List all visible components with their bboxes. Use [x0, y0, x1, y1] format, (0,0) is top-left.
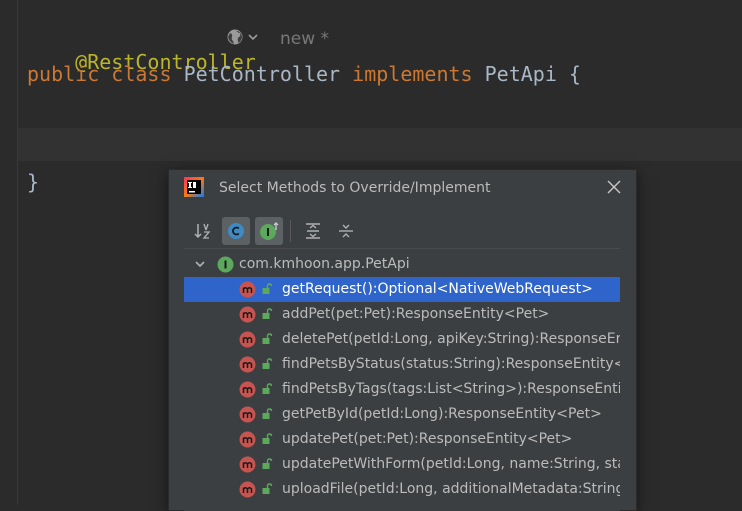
method-icon: [239, 406, 256, 423]
method-icon: [239, 481, 256, 498]
inlay-hint[interactable]: [226, 28, 260, 46]
public-lock-icon: [262, 358, 273, 369]
method-label: deletePet(petId:Long, apiKey:String):Res…: [282, 331, 620, 347]
keyword-public: public: [27, 62, 100, 86]
method-row[interactable]: addPet(pet:Pet):ResponseEntity<Pet>: [184, 302, 620, 327]
method-icon: [239, 331, 256, 348]
public-lock-icon: [262, 383, 273, 394]
chevron-down-icon[interactable]: [193, 257, 207, 271]
public-lock-icon: [262, 458, 273, 469]
collapse-all-icon: [339, 224, 353, 238]
method-row[interactable]: findPetsByStatus(status:String):Response…: [184, 352, 620, 377]
code-line-close[interactable]: }: [27, 170, 39, 194]
public-lock-icon: [262, 333, 273, 344]
method-label: updatePet(pet:Pet):ResponseEntity<Pet>: [282, 431, 573, 447]
public-lock-icon: [262, 283, 273, 294]
show-interfaces-button[interactable]: [255, 217, 283, 245]
method-label: findPetsByStatus(status:String):Response…: [282, 356, 620, 372]
gutter-divider: [17, 0, 18, 505]
chevron-down-icon[interactable]: [246, 30, 260, 44]
method-label: uploadFile(petId:Long, additionalMetadat…: [282, 481, 620, 497]
method-icon: [239, 456, 256, 473]
sort-alpha-button[interactable]: [189, 217, 217, 245]
interface-name: PetApi: [484, 62, 557, 86]
method-row[interactable]: getPetById(petId:Long):ResponseEntity<Pe…: [184, 402, 620, 427]
show-interfaces-icon: [260, 222, 279, 240]
expand-all-button[interactable]: [299, 217, 327, 245]
method-row[interactable]: deletePet(petId:Long, apiKey:String):Res…: [184, 327, 620, 352]
show-classes-button[interactable]: [222, 217, 250, 245]
method-label: updatePetWithForm(petId:Long, name:Strin…: [282, 456, 620, 472]
method-label: findPetsByTags(tags:List<String>):Respon…: [282, 381, 620, 397]
method-row[interactable]: updatePetWithForm(petId:Long, name:Strin…: [184, 452, 620, 477]
override-methods-dialog: Select Methods to Override/Implement com…: [168, 169, 637, 511]
toolbar-separator: [290, 220, 291, 242]
expand-all-icon: [306, 223, 320, 239]
dialog-toolbar: [189, 217, 365, 245]
method-row[interactable]: getRequest():Optional<NativeWebRequest>: [184, 277, 620, 302]
public-lock-icon: [262, 308, 273, 319]
method-icon: [239, 381, 256, 398]
intellij-logo-icon: [184, 177, 204, 197]
interface-icon: [217, 256, 234, 273]
brace-open: {: [568, 62, 581, 86]
method-row[interactable]: uploadFile(petId:Long, additionalMetadat…: [184, 477, 620, 502]
caret-line-highlight: [18, 128, 742, 161]
method-row[interactable]: updatePet(pet:Pet):ResponseEntity<Pet>: [184, 427, 620, 452]
brace-close: }: [27, 170, 40, 194]
code-line-class[interactable]: public class PetController implements Pe…: [27, 62, 581, 86]
method-tree[interactable]: com.kmhoon.app.PetApi getRequest():Optio…: [184, 248, 620, 511]
collapse-all-button[interactable]: [332, 217, 360, 245]
method-label: addPet(pet:Pet):ResponseEntity<Pet>: [282, 306, 550, 322]
dialog-title: Select Methods to Override/Implement: [219, 180, 491, 196]
tree-root-label: com.kmhoon.app.PetApi: [239, 256, 410, 272]
show-classes-icon: [228, 223, 244, 239]
method-label: getRequest():Optional<NativeWebRequest>: [282, 281, 593, 297]
public-lock-icon: [262, 408, 273, 419]
class-name: PetController: [183, 62, 341, 86]
method-row[interactable]: findPetsByTags(tags:List<String>):Respon…: [184, 377, 620, 402]
globe-icon[interactable]: [226, 28, 244, 46]
keyword-implements: implements: [352, 62, 473, 86]
public-lock-icon: [262, 433, 273, 444]
method-icon: [239, 356, 256, 373]
method-icon: [239, 431, 256, 448]
method-icon: [239, 306, 256, 323]
method-icon: [239, 281, 256, 298]
public-lock-icon: [262, 483, 273, 494]
keyword-class: class: [111, 62, 172, 86]
sort-alpha-icon: [194, 223, 211, 239]
tree-root-row[interactable]: com.kmhoon.app.PetApi: [184, 252, 620, 277]
method-label: getPetById(petId:Long):ResponseEntity<Pe…: [282, 406, 602, 422]
vcs-new-hint: new *: [280, 29, 330, 49]
close-icon[interactable]: [604, 177, 624, 197]
